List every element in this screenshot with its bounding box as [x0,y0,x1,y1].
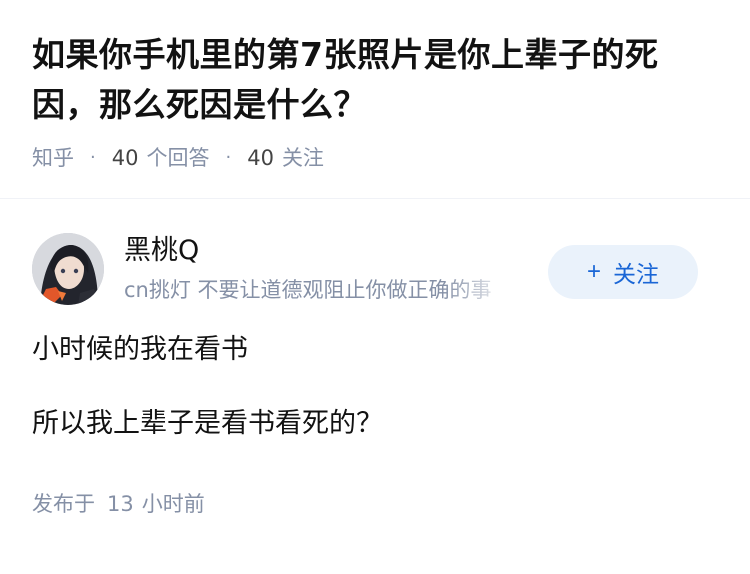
separator-dot: · [90,146,96,168]
publish-prefix: 发布于 [32,492,95,516]
avatar[interactable] [32,233,104,305]
author-info: 黑桃Q cn挑灯 不要让道德观阻止你做正确的事 + 关注 [0,199,750,309]
question-meta: 知乎 · 40 个回答 · 40 关注 [32,142,718,172]
author-name[interactable]: 黑桃Q [124,233,199,269]
author-bio: cn挑灯 不要让道德观阻止你做正确的事 [124,278,492,302]
follow-count-link[interactable]: 40 关注 [247,142,324,172]
source-label[interactable]: 知乎 [32,142,74,172]
publish-time: 发布于 13 小时前 [0,488,750,518]
separator-dot: · [225,146,232,168]
follow-count-label: 关注 [281,146,324,170]
publish-time-unit: 小时前 [141,492,205,516]
answer-content[interactable]: 小时候的我在看书 所以我上辈子是看书看死的？ [0,330,750,444]
answer-paragraph: 小时候的我在看书 [32,334,248,365]
answer-count-link[interactable]: 40 个回答 [112,142,210,172]
question-title[interactable]: 如果你手机里的第7张照片是你上辈子的死因，那么死因是什么？ [32,30,718,130]
publish-time-value: 13 [107,492,134,516]
follow-button-label: 关注 [613,261,659,287]
answer-paragraph: 所以我上辈子是看书看死的？ [32,408,383,439]
answer-count: 40 [111,146,139,170]
follow-count: 40 [247,146,274,170]
follow-button[interactable]: + 关注 [548,245,698,299]
answer-count-label: 个回答 [146,146,210,170]
avatar-image [32,233,104,305]
plus-icon: + [586,258,601,285]
question-header: 如果你手机里的第7张照片是你上辈子的死因，那么死因是什么？ 知乎 · 40 个回答… [0,0,750,172]
